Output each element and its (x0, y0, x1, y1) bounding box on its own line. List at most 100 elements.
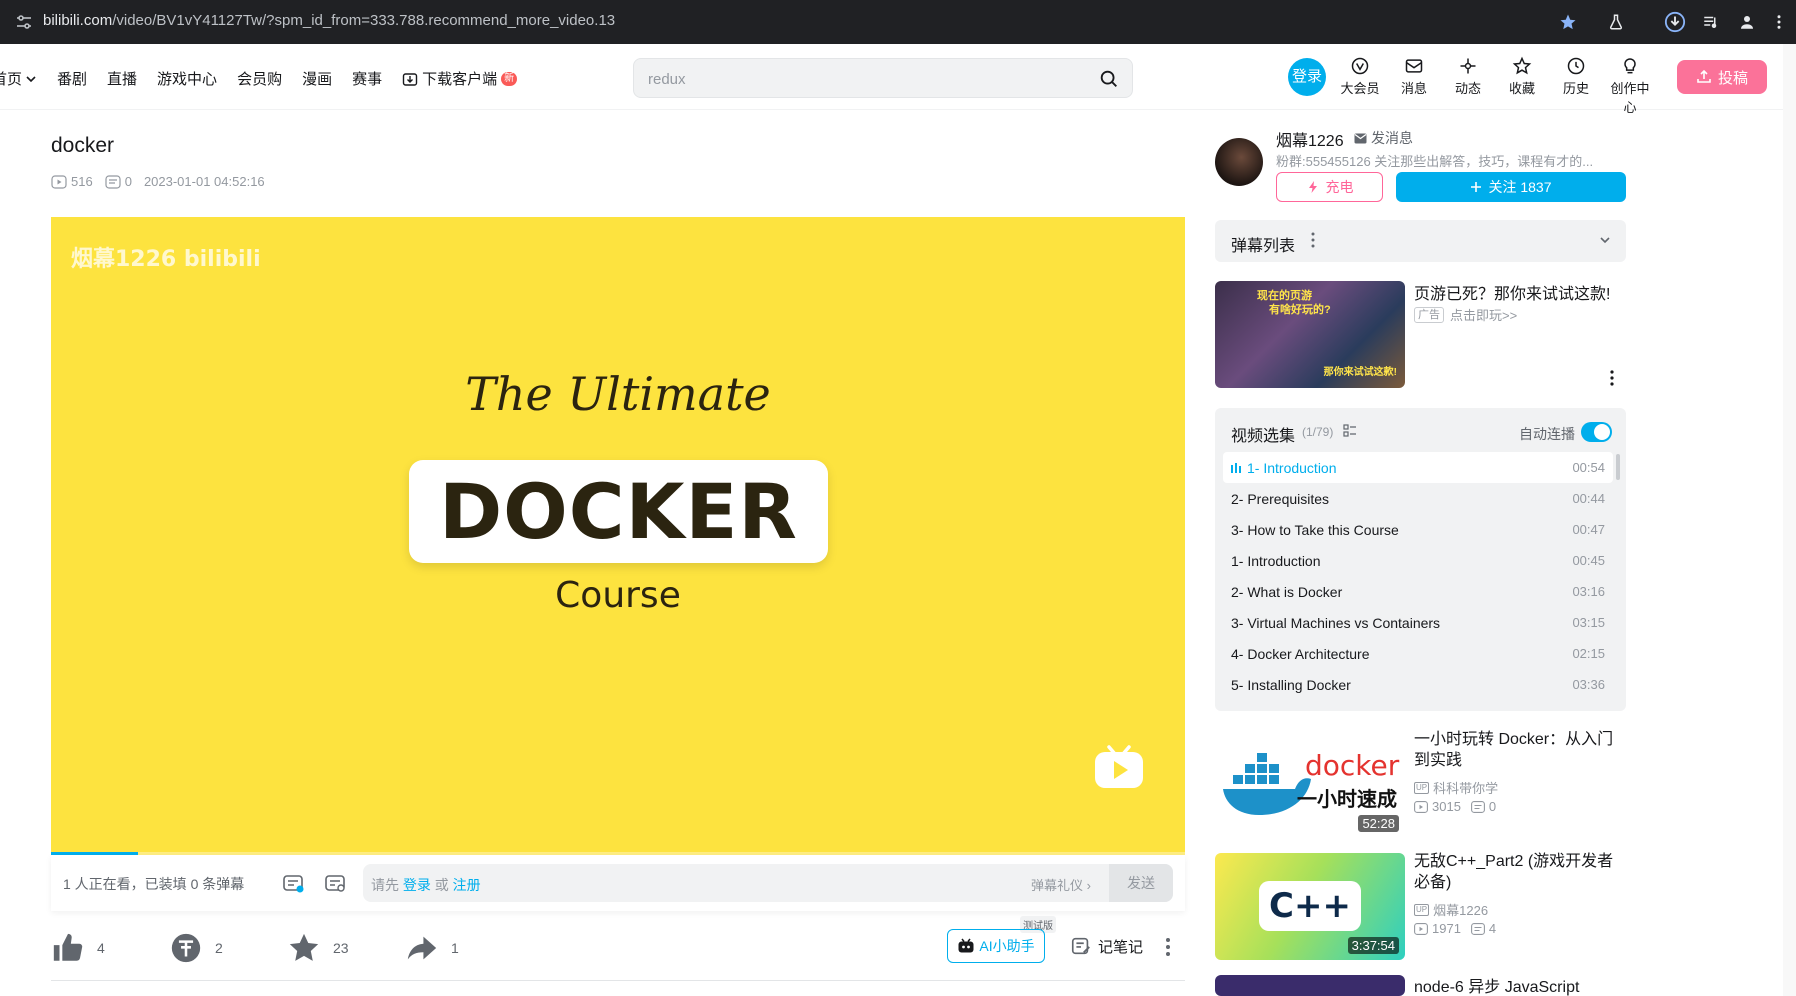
share-button[interactable]: 1 (405, 931, 459, 965)
nav-game-center-label: 游戏中心 (157, 71, 218, 88)
danmaku-count-icon (105, 174, 121, 189)
rec-thumbnail[interactable] (1215, 975, 1405, 996)
login-avatar[interactable]: 登录 (1288, 58, 1326, 96)
like-button[interactable]: 4 (51, 931, 105, 965)
search-input[interactable] (648, 68, 1068, 90)
vip-icon (1351, 57, 1369, 75)
playlist-item[interactable]: 1- Introduction 00:45 (1223, 545, 1613, 576)
favorites-entry[interactable]: 收藏 (1497, 56, 1547, 97)
vip-entry[interactable]: 大会员 (1335, 56, 1385, 97)
danmaku-settings-icon[interactable] (323, 871, 347, 895)
danmaku-stat: 0 (105, 174, 132, 189)
ad-tag: 广告 (1414, 306, 1444, 323)
rec-title[interactable]: 一小时玩转 Docker：从入门到实践 (1414, 729, 1624, 771)
upload-button[interactable]: 投稿 (1677, 60, 1767, 94)
danmaku-list-more-icon[interactable] (1311, 232, 1315, 248)
chevron-down-icon[interactable] (1598, 233, 1612, 247)
danmaku-count-icon (1470, 800, 1485, 813)
play-count-icon (1414, 800, 1428, 813)
nav-home[interactable]: 首页 (0, 68, 37, 89)
rec-thumbnail[interactable]: C++ 3:37:54 (1215, 853, 1405, 960)
more-options-icon[interactable] (1165, 937, 1171, 957)
danmaku-list-panel[interactable]: 弹幕列表 (1215, 220, 1626, 262)
profile-icon[interactable] (1735, 10, 1759, 34)
download-icon[interactable] (1663, 10, 1687, 34)
autoplay-toggle[interactable] (1581, 422, 1612, 442)
recommended-video[interactable]: docker 一小时速成 52:28 一小时玩转 Docker：从入门到实践 U… (1215, 731, 1626, 839)
share-count: 1 (451, 940, 459, 956)
media-queue-icon[interactable] (1699, 10, 1723, 34)
history-label: 历史 (1562, 81, 1589, 96)
dynamics-entry[interactable]: 动态 (1443, 56, 1493, 97)
playlist-item-duration: 02:15 (1572, 646, 1605, 661)
rec-title[interactable]: 无敌C++_Part2 (游戏开发者必备) (1414, 851, 1624, 893)
address-bar[interactable]: bilibili.com/video/BV1vY41127Tw/?spm_id_… (43, 12, 615, 29)
rec-uploader[interactable]: UP 科科带你学 (1414, 778, 1498, 797)
coin-button[interactable]: 2 (169, 931, 223, 965)
list-view-icon[interactable] (1343, 424, 1357, 438)
notes-button[interactable]: 记笔记 (1070, 935, 1143, 957)
video-player[interactable]: 烟幕1226 bilibili The Ultimate DOCKER Cour… (51, 217, 1185, 855)
follow-button[interactable]: 关注 1837 (1396, 172, 1626, 202)
rec-uploader[interactable]: UP 烟幕1226 (1414, 900, 1488, 919)
playlist-item-duration: 03:16 (1572, 584, 1605, 599)
history-entry[interactable]: 历史 (1551, 56, 1601, 97)
ai-assistant-button[interactable]: AI小助手 (947, 929, 1045, 963)
top-nav: 首页 番剧 直播 游戏中心 会员购 漫画 赛事 下载客户端 新 (0, 68, 537, 89)
ad-cta[interactable]: 点击即玩>> (1450, 305, 1517, 324)
favorite-star-icon (289, 933, 319, 961)
recommended-video[interactable]: C++ 3:37:54 无敌C++_Part2 (游戏开发者必备) UP 烟幕12… (1215, 853, 1626, 961)
favorite-button[interactable]: 23 (287, 931, 349, 965)
playlist-item[interactable]: 1- Introduction 00:54 (1223, 452, 1613, 483)
nav-bangumi[interactable]: 番剧 (57, 68, 87, 89)
send-danmaku-button[interactable]: 发送 (1109, 864, 1173, 902)
playlist-item[interactable]: 5- Installing Docker 03:36 (1223, 669, 1613, 700)
play-count-icon (1414, 922, 1428, 935)
playlist-scrollbar[interactable] (1616, 454, 1620, 480)
cover-title-line3: Course (555, 575, 681, 616)
creator-center-entry[interactable]: 创作中心 (1605, 56, 1655, 116)
danmaku-toggle-icon[interactable] (281, 871, 305, 895)
danmaku-etiquette-link[interactable]: 弹幕礼仪 › (1031, 875, 1091, 894)
playlist-item[interactable]: 3- How to Take this Course 00:47 (1223, 514, 1613, 545)
new-badge: 新 (501, 71, 518, 86)
login-link[interactable]: 登录 (403, 877, 431, 893)
playlist-item[interactable]: 2- Prerequisites 00:44 (1223, 483, 1613, 514)
page-scrollbar[interactable] (1783, 44, 1796, 996)
messages-entry[interactable]: 消息 (1389, 56, 1439, 97)
charge-button[interactable]: 充电 (1276, 172, 1383, 202)
nav-download-client[interactable]: 下载客户端 新 (402, 68, 518, 89)
nav-manga[interactable]: 漫画 (302, 68, 332, 89)
uploader-avatar[interactable] (1215, 138, 1263, 186)
playlist-item[interactable]: 3- Virtual Machines vs Containers 03:15 (1223, 607, 1613, 638)
danmaku-input[interactable]: 请先 登录 或 注册 弹幕礼仪 › 发送 (363, 864, 1173, 902)
prompt-before: 请先 (371, 877, 399, 893)
labs-flask-icon[interactable] (1604, 10, 1628, 34)
player-watermark: 烟幕1226 bilibili (71, 247, 261, 272)
ad-more-icon[interactable] (1610, 370, 1614, 386)
nav-home-label: 首页 (0, 71, 23, 88)
ad-thumb-text-2: 有啥好玩的? (1269, 304, 1331, 316)
playlist-item[interactable]: 2- What is Docker 03:16 (1223, 576, 1613, 607)
playlist-item-duration: 00:47 (1572, 522, 1605, 537)
playlist-item-title: 1- Introduction (1247, 460, 1337, 476)
send-message-link[interactable]: 发消息 (1354, 128, 1413, 148)
nav-mall[interactable]: 会员购 (237, 68, 282, 89)
uploader-name[interactable]: 烟幕1226 (1276, 127, 1344, 151)
ad-thumbnail[interactable]: 现在的页游 有啥好玩的? 那你来试试这款! (1215, 281, 1405, 388)
browser-menu-icon[interactable] (1767, 10, 1791, 34)
register-link[interactable]: 注册 (453, 877, 481, 893)
ad-title[interactable]: 页游已死？那你来试试这款! (1414, 280, 1610, 304)
rec-thumbnail[interactable]: docker 一小时速成 52:28 (1215, 731, 1405, 838)
search-icon[interactable] (1098, 68, 1120, 90)
views-stat: 516 (51, 174, 93, 189)
site-settings-icon[interactable] (14, 12, 34, 32)
nav-game-center[interactable]: 游戏中心 (157, 68, 217, 89)
bookmark-star-icon[interactable] (1556, 10, 1580, 34)
nav-live[interactable]: 直播 (107, 68, 137, 89)
rec-title[interactable]: node-6 异步 JavaScript (1414, 977, 1624, 996)
nav-esports[interactable]: 赛事 (352, 68, 382, 89)
messages-label: 消息 (1400, 81, 1427, 96)
recommended-video[interactable]: node-6 异步 JavaScript (1215, 975, 1626, 996)
playlist-item[interactable]: 4- Docker Architecture 02:15 (1223, 638, 1613, 669)
